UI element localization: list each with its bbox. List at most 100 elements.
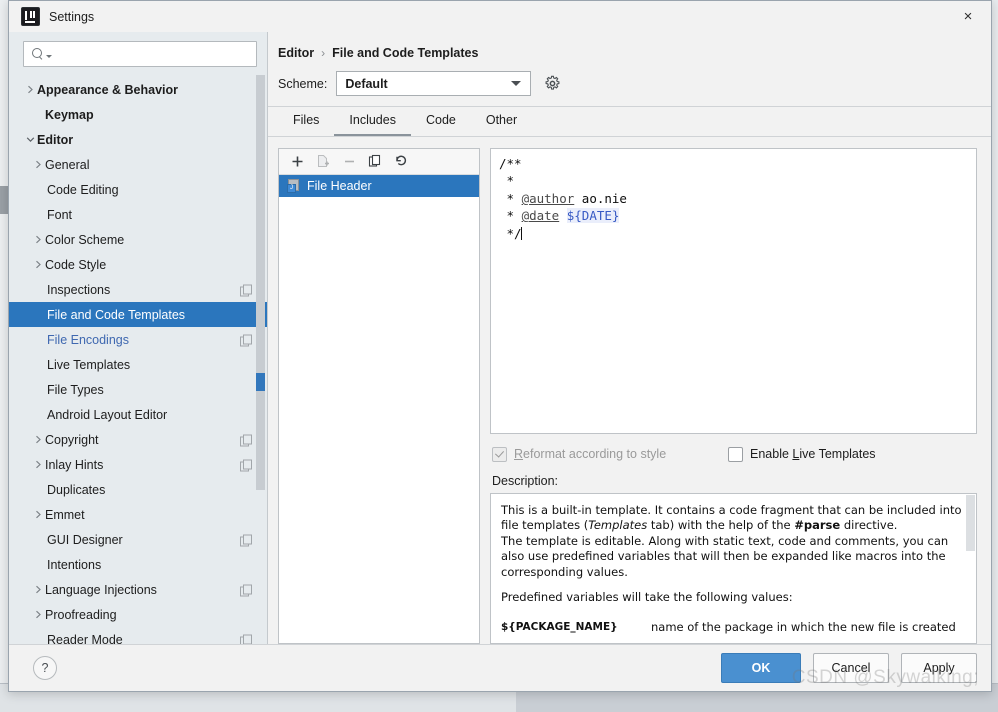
sidebar-item-code-style[interactable]: Code Style <box>9 252 267 277</box>
template-variable: ${DATE} <box>566 208 620 224</box>
chevron-right-icon[interactable] <box>31 260 45 269</box>
sidebar-item-android-layout-editor[interactable]: Android Layout Editor <box>9 402 267 427</box>
chevron-down-icon[interactable] <box>23 135 37 144</box>
sidebar-item-label: Font <box>47 207 73 222</box>
sidebar-item-label: Code Style <box>45 257 107 272</box>
sidebar-item-label: General <box>45 157 90 172</box>
sidebar-item-label: Emmet <box>45 507 85 522</box>
sidebar-item-file-encodings[interactable]: File Encodings <box>9 327 267 352</box>
sidebar-item-file-types[interactable]: File Types <box>9 377 267 402</box>
sidebar-item-reader-mode[interactable]: Reader Mode <box>9 627 267 644</box>
sidebar-item-emmet[interactable]: Emmet <box>9 502 267 527</box>
javadoc-tag: @author <box>521 190 575 206</box>
sidebar-item-label: Inlay Hints <box>45 457 104 472</box>
scheme-value: Default <box>345 76 388 91</box>
template-tabs[interactable]: Files Includes Code Other <box>268 106 991 137</box>
sidebar-item-proofreading[interactable]: Proofreading <box>9 602 267 627</box>
code-text: * <box>499 173 515 189</box>
copy-settings-icon <box>240 459 252 471</box>
tab-other[interactable]: Other <box>471 107 532 136</box>
scheme-select[interactable]: Default <box>336 71 532 96</box>
sidebar-item-file-and-code-templates[interactable]: File and Code Templates <box>9 302 267 327</box>
template-list[interactable]: J File Header <box>279 174 479 643</box>
panes: J File Header /** * * @author ao.nie * @d… <box>268 137 991 644</box>
apply-button[interactable]: Apply <box>901 653 977 683</box>
copy-settings-icon <box>240 634 252 644</box>
sidebar-item-inspections[interactable]: Inspections <box>9 277 267 302</box>
settings-sidebar: Appearance & Behavior Keymap Editor General… <box>9 32 268 644</box>
reset-template-button[interactable] <box>389 151 413 172</box>
sidebar-item-inlay-hints[interactable]: Inlay Hints <box>9 452 267 477</box>
copy-settings-icon <box>240 434 252 446</box>
sidebar-item-color-scheme[interactable]: Color Scheme <box>9 227 267 252</box>
search-input[interactable] <box>52 46 250 62</box>
sidebar-item-label: Color Scheme <box>45 232 125 247</box>
enable-live-templates-checkbox[interactable]: Enable Live Templates <box>728 446 876 462</box>
sidebar-item-gui-designer[interactable]: GUI Designer <box>9 527 267 552</box>
sidebar-item-label: Code Editing <box>47 182 119 197</box>
sidebar-item-copyright[interactable]: Copyright <box>9 427 267 452</box>
copy-settings-icon <box>240 284 252 296</box>
list-item[interactable]: J File Header <box>279 174 479 197</box>
sidebar-item-code-editing[interactable]: Code Editing <box>9 177 267 202</box>
dialog-footer: ? OK Cancel Apply CSDN @Skywalking; <box>9 644 991 691</box>
tab-includes[interactable]: Includes <box>334 107 411 136</box>
chevron-right-icon[interactable] <box>31 235 45 244</box>
template-list-toolbar[interactable] <box>279 148 479 175</box>
tab-code[interactable]: Code <box>411 107 471 136</box>
sidebar-item-label: Keymap <box>45 107 94 122</box>
description-scrollbar-thumb[interactable] <box>966 494 975 551</box>
javadoc-tag: @date <box>521 208 560 224</box>
chevron-right-icon[interactable] <box>31 160 45 169</box>
template-code-editor[interactable]: /** * * @author ao.nie * @date ${DATE} *… <box>490 147 977 434</box>
sidebar-item-label: File and Code Templates <box>47 307 186 322</box>
code-text: * <box>499 190 522 206</box>
sidebar-item-language-injections[interactable]: Language Injections <box>9 577 267 602</box>
sidebar-item-editor[interactable]: Editor <box>9 127 267 152</box>
sidebar-item-label: Android Layout Editor <box>47 407 168 422</box>
remove-template-button <box>337 151 361 172</box>
copy-template-button[interactable] <box>363 151 387 172</box>
tab-files[interactable]: Files <box>278 107 334 136</box>
sidebar-item-general[interactable]: General <box>9 152 267 177</box>
sidebar-item-duplicates[interactable]: Duplicates <box>9 477 267 502</box>
add-template-button[interactable] <box>285 151 309 172</box>
intellij-idea-icon <box>21 7 40 26</box>
description-content: This is a built-in template. It contains… <box>491 494 976 643</box>
gear-icon[interactable] <box>544 75 561 92</box>
chevron-right-icon[interactable] <box>31 435 45 444</box>
sidebar-item-intentions[interactable]: Intentions <box>9 552 267 577</box>
settings-tree[interactable]: Appearance & Behavior Keymap Editor General… <box>9 75 267 644</box>
sidebar-item-label: File Encodings <box>47 332 129 347</box>
sidebar-scrollbar-thumb[interactable] <box>256 75 265 490</box>
reformat-according-to-style-checkbox[interactable]: Reformat according to style <box>492 446 728 462</box>
variable-name: ${PACKAGE_NAME} <box>501 620 618 633</box>
sidebar-scrollbar[interactable] <box>256 75 266 644</box>
template-list-pane: J File Header <box>278 147 480 644</box>
sidebar-item-appearance-behavior[interactable]: Appearance & Behavior <box>9 77 267 102</box>
copy-settings-icon <box>240 534 252 546</box>
sidebar-item-font[interactable]: Font <box>9 202 267 227</box>
sidebar-item-label: Proofreading <box>45 607 117 622</box>
breadcrumb-parent[interactable]: Editor <box>278 46 314 60</box>
checkbox-box <box>492 446 507 462</box>
chevron-right-icon[interactable] <box>31 585 45 594</box>
java-template-icon: J <box>287 178 300 193</box>
sidebar-item-live-templates[interactable]: Live Templates <box>9 352 267 377</box>
chevron-right-icon[interactable] <box>31 460 45 469</box>
chevron-right-icon[interactable] <box>31 510 45 519</box>
ok-button[interactable]: OK <box>721 653 801 683</box>
description-paragraph-1: This is a built-in template. It contains… <box>501 502 962 579</box>
help-button[interactable]: ? <box>33 656 57 680</box>
close-icon[interactable]: × <box>945 1 991 32</box>
sidebar-scrollbar-marker <box>256 373 265 391</box>
search-box[interactable] <box>23 41 257 67</box>
sidebar-item-keymap[interactable]: Keymap <box>9 102 267 127</box>
breadcrumb-current: File and Code Templates <box>332 46 479 60</box>
cancel-button[interactable]: Cancel <box>813 653 889 683</box>
breadcrumb-separator-icon: › <box>321 46 326 60</box>
chevron-right-icon[interactable] <box>31 610 45 619</box>
sidebar-item-label: Editor <box>37 132 74 147</box>
search-icon <box>32 47 45 61</box>
chevron-right-icon[interactable] <box>23 85 37 94</box>
